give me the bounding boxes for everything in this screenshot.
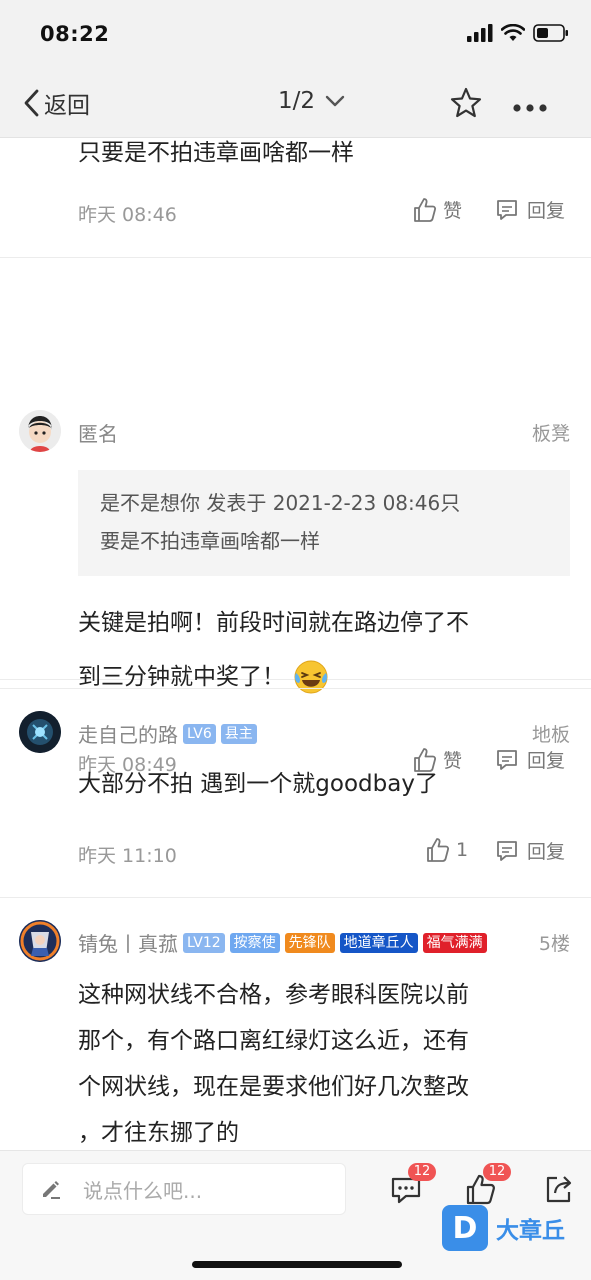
username-text: 锖兔丨真菰: [78, 932, 178, 956]
battery-icon: [533, 24, 568, 42]
floor-label: 5楼: [538, 933, 570, 955]
post-item: 锖兔丨真菰 LV12 按察使 先锋队 地道章丘人 福气满满 5楼 这种网状线不合…: [0, 898, 591, 1150]
post-header: 匿名 板凳: [0, 410, 591, 454]
title-badge: 地道章丘人: [339, 932, 418, 953]
bottom-bar: 说点什么吧... 12 12 D 大章丘: [0, 1150, 591, 1280]
page-selector[interactable]: 1/2: [278, 88, 345, 114]
username[interactable]: 匿名: [78, 418, 118, 447]
quote-line: 要是不拍违章画啥都一样: [100, 529, 320, 553]
post-header: 走自己的路 LV6 县主 地板: [0, 711, 591, 755]
post-text-line: 大部分不拍 遇到一个就goodbay了: [78, 771, 438, 797]
comments-button[interactable]: 12: [390, 1163, 436, 1209]
post-item: 只要是不拍违章画啥都一样 昨天 08:46 赞 回复: [0, 138, 591, 258]
post-item: 走自己的路 LV6 县主 地板 大部分不拍 遇到一个就goodbay了 昨天 1…: [0, 688, 591, 898]
level-badge: LV6: [183, 723, 216, 744]
signal-icon: [467, 24, 493, 42]
reply-label: 回复: [527, 200, 566, 222]
nav-bar: 返回 1/2: [0, 72, 591, 138]
more-icon: [513, 104, 547, 112]
post-header: 锖兔丨真菰 LV12 按察使 先锋队 地道章丘人 福气满满 5楼: [0, 920, 591, 964]
page-indicator-text: 1/2: [278, 88, 316, 114]
avatar-cartoon-icon: [19, 410, 61, 452]
chevron-down-icon: [325, 95, 345, 107]
thumbs-up-icon: [427, 838, 450, 862]
comment-count-badge: 12: [408, 1163, 436, 1181]
title-badge: 按察使: [229, 932, 280, 953]
chevron-left-icon: [24, 89, 39, 117]
like-count: 1: [456, 839, 469, 861]
quote-line: 是不是想你 发表于 2021-2-23 08:46只: [100, 491, 461, 515]
post-text-line: 个网状线，现在是要求他们好几次整改: [78, 1074, 469, 1100]
post-time: 昨天 11:10: [78, 845, 177, 867]
username-text: 匿名: [78, 422, 118, 446]
username-text: 走自己的路: [78, 723, 178, 747]
watermark-text: 大章丘: [496, 1218, 565, 1244]
quoted-post[interactable]: 是不是想你 发表于 2021-2-23 08:46只 要是不拍违章画啥都一样: [78, 470, 570, 576]
level-badge: LV12: [183, 932, 225, 953]
post-list[interactable]: 只要是不拍违章画啥都一样 昨天 08:46 赞 回复 匿名 板凳 是不是想你 发…: [0, 138, 591, 1150]
avatar-dark-icon: [19, 711, 61, 753]
back-button[interactable]: 返回: [22, 86, 90, 120]
post-text-line: 这种网状线不合格，参考眼科医院以前: [78, 982, 469, 1008]
comment-input[interactable]: 说点什么吧...: [22, 1163, 346, 1215]
wifi-icon: [501, 24, 525, 41]
title-badge: 福气满满: [422, 932, 487, 953]
post-text-line: 只要是不拍违章画啥都一样: [78, 140, 354, 166]
like-button[interactable]: 1: [426, 837, 468, 863]
pencil-icon: [43, 1181, 60, 1199]
post-text-line: ，才往东挪了的: [78, 1120, 239, 1146]
comment-icon: [497, 840, 517, 861]
floor-label: 板凳: [531, 423, 570, 445]
watermark-logo: D: [442, 1205, 488, 1251]
title-badge: 县主: [220, 723, 257, 744]
reply-label: 回复: [527, 841, 566, 863]
status-icons: [467, 24, 569, 42]
status-time: 08:22: [40, 22, 110, 46]
favorite-button[interactable]: [449, 86, 483, 124]
avatar[interactable]: [19, 920, 61, 962]
post-item: 匿名 板凳 是不是想你 发表于 2021-2-23 08:46只 要是不拍违章画…: [0, 258, 591, 776]
home-indicator[interactable]: [192, 1261, 402, 1268]
more-button[interactable]: [512, 98, 548, 117]
comment-placeholder: 说点什么吧...: [83, 1178, 203, 1203]
back-label: 返回: [44, 93, 90, 119]
like-post-button[interactable]: 12: [465, 1163, 511, 1209]
share-icon: [546, 1176, 572, 1203]
reply-button[interactable]: 回复: [495, 837, 565, 864]
username[interactable]: 走自己的路 LV6 县主: [78, 719, 257, 748]
like-button[interactable]: 赞: [413, 196, 462, 223]
avatar[interactable]: [19, 410, 61, 452]
floor-label: 地板: [531, 724, 570, 746]
thumbs-up-icon: [414, 197, 437, 222]
like-label: 赞: [443, 200, 463, 222]
share-button[interactable]: [543, 1173, 575, 1209]
username[interactable]: 锖兔丨真菰 LV12 按察使 先锋队 地道章丘人 福气满满: [78, 928, 487, 957]
reply-button[interactable]: 回复: [495, 196, 565, 223]
post-text-line: 那个，有个路口离红绿灯这么近，还有: [78, 1028, 469, 1054]
status-bar: 08:22: [0, 0, 591, 72]
watermark: D 大章丘: [442, 1205, 565, 1251]
star-icon: [450, 87, 482, 118]
avatar[interactable]: [19, 711, 61, 753]
post-time: 昨天 08:46: [78, 204, 177, 226]
post-text-line: 关键是拍啊！前段时间就在路边停了不: [78, 610, 469, 636]
avatar-anime-icon: [19, 920, 61, 962]
comment-icon: [497, 199, 517, 220]
like-count-badge: 12: [483, 1163, 511, 1181]
title-badge: 先锋队: [284, 932, 335, 953]
